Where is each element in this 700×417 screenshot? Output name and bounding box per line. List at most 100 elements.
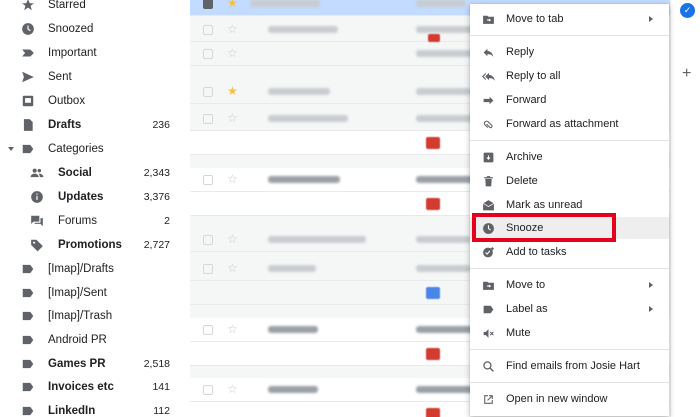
sidebar-item-label: [Imap]/Drafts xyxy=(48,263,114,275)
row-checkbox[interactable] xyxy=(203,235,213,245)
row-checkbox[interactable] xyxy=(203,0,213,9)
sender-blur xyxy=(268,326,318,333)
menu-item-label-as[interactable]: Label as xyxy=(470,298,669,320)
chevron-right-icon xyxy=(649,306,653,312)
menu-item-reply-all[interactable]: Reply to all xyxy=(470,65,669,87)
sidebar-item-drafts[interactable]: Drafts 236 xyxy=(0,113,190,137)
archive-icon xyxy=(481,150,495,164)
unread-count: 141 xyxy=(152,381,170,393)
menu-item-label: Delete xyxy=(506,175,538,187)
menu-item-add-tasks[interactable]: Add to tasks xyxy=(470,241,669,263)
open-new-window-icon xyxy=(481,392,495,406)
sidebar-nav: Starred Snoozed Important Sent Outbox Dr… xyxy=(0,0,190,417)
mute-icon xyxy=(481,326,495,340)
important-marker-icon[interactable]: ★ xyxy=(227,0,239,9)
sender-blur xyxy=(268,88,330,95)
star-outline-icon[interactable]: ☆ xyxy=(227,233,239,245)
chevron-down-icon[interactable] xyxy=(8,147,14,151)
label-icon xyxy=(21,286,35,300)
menu-item-reply[interactable]: Reply xyxy=(470,41,669,63)
menu-item-forward-attachment[interactable]: Forward as attachment xyxy=(470,113,669,135)
menu-item-mute[interactable]: Mute xyxy=(470,322,669,344)
unread-count: 2,343 xyxy=(143,167,170,179)
sender-blur xyxy=(268,265,316,272)
row-checkbox[interactable] xyxy=(203,87,213,97)
row-checkbox[interactable] xyxy=(203,325,213,335)
sidebar-item-label: Categories xyxy=(48,143,104,155)
menu-item-open-window[interactable]: Open in new window xyxy=(470,388,669,410)
add-task-icon xyxy=(481,245,495,259)
sender-blur xyxy=(268,386,318,393)
outbox-icon xyxy=(21,94,35,108)
sidebar-item-games-pr[interactable]: Games PR 2,518 xyxy=(0,352,190,376)
menu-item-label: Mute xyxy=(506,327,531,339)
menu-item-label: Forward xyxy=(506,94,547,106)
sidebar-item-label: Invoices etc xyxy=(48,381,114,393)
row-checkbox[interactable] xyxy=(203,264,213,274)
move-to-folder-icon xyxy=(481,278,495,292)
sidebar-item-android-pr[interactable]: Android PR xyxy=(0,328,190,352)
row-checkbox[interactable] xyxy=(203,385,213,395)
attachment-icon xyxy=(426,408,440,417)
label-icon xyxy=(21,380,35,394)
important-marker-icon[interactable]: ★ xyxy=(227,85,239,97)
sidebar-item-imap-trash[interactable]: [Imap]/Trash xyxy=(0,304,190,328)
sidebar-item-forums[interactable]: Forums 2 xyxy=(0,209,190,233)
sidebar-item-label: Drafts xyxy=(48,119,82,131)
sender-blur xyxy=(250,0,320,7)
sidebar-item-updates[interactable]: Updates 3,376 xyxy=(0,185,190,209)
sidebar-item-promotions[interactable]: Promotions 2,727 xyxy=(0,233,190,257)
menu-item-delete[interactable]: Delete xyxy=(470,170,669,192)
draft-icon xyxy=(21,118,35,132)
sidebar-item-categories[interactable]: Categories xyxy=(0,137,190,161)
subject-blur xyxy=(416,176,476,183)
sidebar-item-label: Promotions xyxy=(58,239,122,251)
star-outline-icon[interactable]: ☆ xyxy=(227,173,239,185)
unread-count: 3,376 xyxy=(143,191,170,203)
row-checkbox[interactable] xyxy=(203,175,213,185)
sidebar-item-label: Important xyxy=(48,47,97,59)
sidebar-item-outbox[interactable]: Outbox xyxy=(0,89,190,113)
search-icon xyxy=(481,359,495,373)
star-outline-icon[interactable]: ☆ xyxy=(227,47,239,59)
subject-blur xyxy=(416,26,476,33)
menu-item-move-to-tab[interactable]: Move to tab xyxy=(470,8,669,30)
plus-icon[interactable]: + xyxy=(682,66,691,82)
sidebar-item-important[interactable]: Important xyxy=(0,41,190,65)
row-checkbox[interactable] xyxy=(203,49,213,59)
row-checkbox[interactable] xyxy=(203,25,213,35)
star-outline-icon[interactable]: ☆ xyxy=(227,112,239,124)
sidebar-item-linkedin[interactable]: LinkedIn 112 xyxy=(0,399,190,417)
sidebar-item-snoozed[interactable]: Snoozed xyxy=(0,17,190,41)
menu-item-label: Open in new window xyxy=(506,393,608,405)
sidebar-item-label: Snoozed xyxy=(48,23,94,35)
trash-icon xyxy=(481,174,495,188)
sidebar-item-label: Forums xyxy=(58,215,97,227)
sidebar-item-imap-drafts[interactable]: [Imap]/Drafts xyxy=(0,257,190,281)
check-badge-icon[interactable]: ✓ xyxy=(680,3,695,18)
sidebar-item-imap-sent[interactable]: [Imap]/Sent xyxy=(0,281,190,305)
sidebar-item-invoices[interactable]: Invoices etc 141 xyxy=(0,375,190,399)
sidebar-item-social[interactable]: Social 2,343 xyxy=(0,161,190,185)
label-icon xyxy=(21,333,35,347)
label-icon xyxy=(21,262,35,276)
sender-blur xyxy=(268,236,366,243)
subject-blur xyxy=(416,88,471,95)
star-outline-icon[interactable]: ☆ xyxy=(227,383,239,395)
attachment-icon xyxy=(428,34,440,42)
sidebar-item-starred[interactable]: Starred xyxy=(0,0,190,17)
unread-count: 2 xyxy=(164,215,170,227)
star-outline-icon[interactable]: ☆ xyxy=(227,262,239,274)
menu-item-find-emails[interactable]: Find emails from Josie Hart xyxy=(470,355,669,377)
mark-unread-icon xyxy=(481,198,495,212)
menu-item-archive[interactable]: Archive xyxy=(470,146,669,168)
sidebar-item-sent[interactable]: Sent xyxy=(0,65,190,89)
star-outline-icon[interactable]: ☆ xyxy=(227,23,239,35)
menu-item-forward[interactable]: Forward xyxy=(470,89,669,111)
row-checkbox[interactable] xyxy=(203,114,213,124)
menu-item-move-to[interactable]: Move to xyxy=(470,274,669,296)
menu-divider xyxy=(470,140,669,141)
chevron-right-icon xyxy=(649,282,653,288)
star-outline-icon[interactable]: ☆ xyxy=(227,323,239,335)
sender-blur xyxy=(268,115,348,122)
